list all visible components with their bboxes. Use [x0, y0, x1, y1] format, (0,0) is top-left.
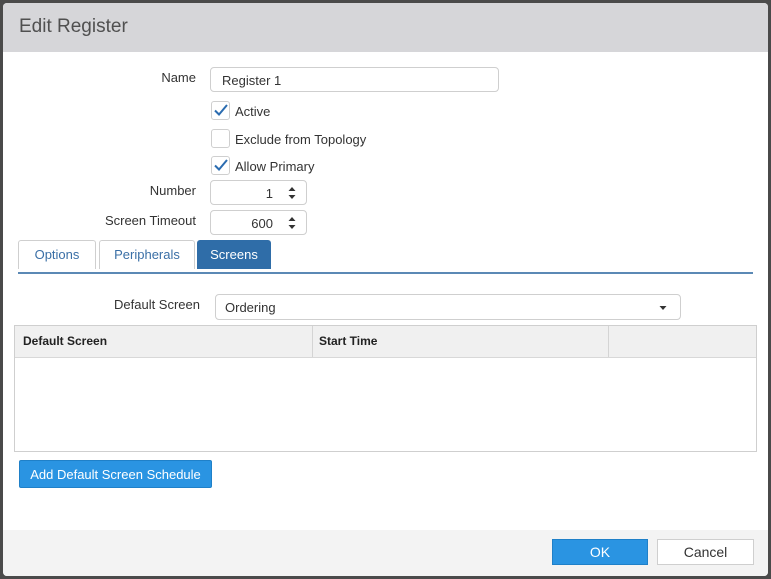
column-header-start-time[interactable]: Start Time — [319, 326, 377, 357]
spin-arrows-icon[interactable] — [287, 183, 297, 203]
cancel-button[interactable]: Cancel — [657, 539, 754, 565]
tab-peripherals[interactable]: Peripherals — [99, 240, 195, 269]
active-label: Active — [235, 104, 271, 119]
check-icon — [214, 159, 228, 171]
column-header-default-screen[interactable]: Default Screen — [23, 326, 107, 357]
dialog-footer — [3, 530, 768, 576]
active-checkbox[interactable] — [211, 101, 230, 120]
tab-underline — [18, 272, 753, 274]
edit-register-dialog: Edit Register Name Register 1 Active Exc… — [3, 3, 768, 576]
number-value: 1 — [265, 186, 273, 201]
default-screen-label: Default Screen — [114, 297, 200, 312]
default-screen-schedule-table: Default Screen Start Time — [14, 325, 757, 452]
allow-primary-checkbox[interactable] — [211, 156, 230, 175]
check-icon — [214, 104, 228, 116]
exclude-from-topology-checkbox[interactable] — [211, 129, 230, 148]
name-input[interactable]: Register 1 — [210, 67, 499, 92]
dialog-titlebar: Edit Register — [3, 3, 768, 52]
add-default-screen-schedule-button[interactable]: Add Default Screen Schedule — [19, 460, 212, 488]
screen-timeout-value: 600 — [251, 216, 273, 231]
allow-primary-label: Allow Primary — [235, 159, 315, 174]
screen-timeout-label: Screen Timeout — [104, 213, 196, 228]
default-screen-value: Ordering — [225, 300, 276, 315]
spin-arrows-icon[interactable] — [287, 213, 297, 233]
tab-screens[interactable]: Screens — [197, 240, 271, 269]
exclude-from-topology-label: Exclude from Topology — [235, 132, 367, 147]
column-divider — [312, 326, 313, 357]
number-label: Number — [149, 183, 196, 198]
dialog-title: Edit Register — [19, 16, 128, 37]
name-label: Name — [161, 70, 196, 85]
dropdown-arrow-icon — [659, 306, 667, 310]
table-body — [15, 358, 756, 451]
name-input-value: Register 1 — [222, 73, 282, 88]
screen-timeout-stepper[interactable]: 600 — [210, 210, 307, 235]
default-screen-select[interactable]: Ordering — [215, 294, 681, 320]
table-header: Default Screen Start Time — [15, 326, 756, 358]
ok-button[interactable]: OK — [552, 539, 648, 565]
tab-options[interactable]: Options — [18, 240, 96, 269]
column-divider — [608, 326, 609, 357]
number-stepper[interactable]: 1 — [210, 180, 307, 205]
